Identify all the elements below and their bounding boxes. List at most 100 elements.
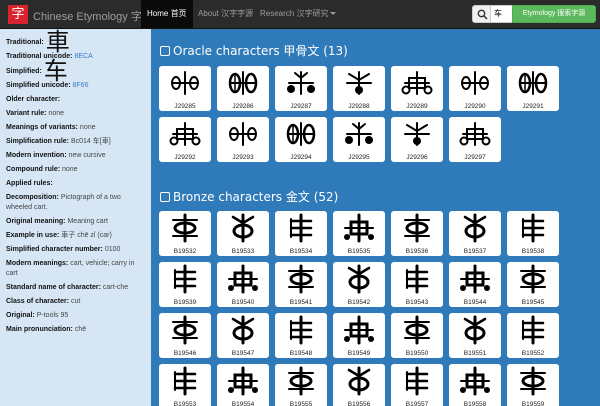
character-glyph-image — [344, 315, 374, 345]
nav-home[interactable]: Home 首页 — [141, 0, 193, 28]
bronze-character-tile[interactable]: B19547 — [217, 313, 269, 358]
sidebar-row: Modern invention: new cursive — [6, 151, 145, 161]
bronze-character-code: B19543 — [405, 299, 429, 306]
bronze-character-tile[interactable]: B19546 — [159, 313, 211, 358]
bronze-character-tile[interactable]: B19556 — [333, 364, 385, 406]
sidebar-row-label: Meanings of variants: — [6, 123, 78, 131]
bronze-character-tile[interactable]: B19545 — [507, 262, 559, 307]
sidebar-row-label: Simplification rule: — [6, 137, 70, 145]
brand-title[interactable]: Chinese Etymology 字源 — [33, 8, 153, 24]
character-glyph-image — [347, 264, 371, 294]
sidebar-row: Variant rule: none — [6, 109, 145, 119]
sidebar-row: Older character: — [6, 95, 145, 105]
bronze-character-tile[interactable]: B19542 — [333, 262, 385, 307]
bronze-character-tile[interactable]: B19543 — [391, 262, 443, 307]
oracle-character-tile[interactable]: J29294 — [275, 117, 327, 162]
bronze-character-code: B19541 — [289, 299, 313, 306]
bronze-character-tile[interactable]: B19532 — [159, 211, 211, 256]
character-glyph-image — [289, 315, 313, 345]
character-glyph-image — [228, 264, 258, 294]
image-icon — [160, 192, 170, 202]
sidebar-row-value[interactable]: 8F66 — [73, 82, 89, 89]
bronze-character-tile[interactable]: B19555 — [275, 364, 327, 406]
traditional-unicode-row: Traditional unicode: 8ECA — [6, 52, 145, 62]
oracle-character-tile[interactable]: J29292 — [159, 117, 211, 162]
bronze-character-tile[interactable]: B19559 — [507, 364, 559, 406]
sidebar-row-label: Main pronunciation: — [6, 325, 73, 333]
bronze-character-tile[interactable]: B19553 — [159, 364, 211, 406]
oracle-section-title: Oracle characters 甲骨文 (13) — [160, 42, 348, 59]
bronze-character-tile[interactable]: B19533 — [217, 211, 269, 256]
bronze-character-tile[interactable]: B19534 — [275, 211, 327, 256]
bronze-character-tile[interactable]: B19554 — [217, 364, 269, 406]
oracle-character-tile[interactable]: J29291 — [507, 66, 559, 111]
bronze-character-tile[interactable]: B19537 — [449, 211, 501, 256]
sidebar-row: Original meaning: Meaning cart — [6, 217, 145, 227]
bronze-character-tile[interactable]: B19544 — [449, 262, 501, 307]
sidebar-row: Class of character: cut — [6, 297, 145, 307]
bronze-character-tile[interactable]: B19552 — [507, 313, 559, 358]
sidebar-row-value: cart-che — [102, 283, 129, 291]
bronze-character-code: B19552 — [521, 350, 545, 357]
oracle-character-code: J29296 — [406, 154, 428, 161]
nav-about[interactable]: About 汉字字源 — [192, 0, 259, 28]
bronze-character-tile[interactable]: B19550 — [391, 313, 443, 358]
oracle-character-tile[interactable]: J29293 — [217, 117, 269, 162]
bronze-character-tile[interactable]: B19541 — [275, 262, 327, 307]
sidebar-row-value: none — [62, 165, 78, 173]
bronze-character-tile[interactable]: B19557 — [391, 364, 443, 406]
bronze-character-code: B19554 — [231, 401, 255, 406]
oracle-character-code: J29289 — [406, 103, 428, 110]
character-glyph-image — [288, 366, 314, 396]
logo[interactable]: 字 — [8, 5, 28, 24]
etymology-search-button[interactable]: Etymology 搜索字源 — [512, 5, 596, 23]
character-glyph-image — [231, 315, 255, 345]
bronze-character-code: B19545 — [521, 299, 545, 306]
bronze-character-code: B19538 — [521, 248, 545, 255]
sidebar-row: Simplified unicode: 8F66 — [6, 81, 145, 91]
sidebar-row: Standard name of character: cart-che — [6, 283, 145, 293]
sidebar-row-label: Decomposition: — [6, 193, 59, 201]
bronze-character-tile[interactable]: B19535 — [333, 211, 385, 256]
oracle-character-tile[interactable]: J29295 — [333, 117, 385, 162]
oracle-character-tile[interactable]: J29290 — [449, 66, 501, 111]
bronze-character-code: B19553 — [173, 401, 197, 406]
character-glyph-image — [173, 366, 197, 396]
sidebar-row: Example in use: 車子 chē zǐ (car) — [6, 231, 145, 241]
bronze-character-tile[interactable]: B19558 — [449, 364, 501, 406]
character-glyph-image — [346, 71, 372, 95]
bronze-character-tile[interactable]: B19551 — [449, 313, 501, 358]
character-glyph-image — [172, 213, 198, 243]
character-glyph-image — [404, 122, 430, 146]
oracle-character-tile[interactable]: J29285 — [159, 66, 211, 111]
bronze-title: Bronze characters 金文 (52) — [173, 190, 339, 204]
bronze-character-code: B19550 — [405, 350, 429, 357]
oracle-character-tile[interactable]: J29297 — [449, 117, 501, 162]
bronze-character-tile[interactable]: B19548 — [275, 313, 327, 358]
nav-research[interactable]: Research 汉字研究 — [254, 0, 342, 28]
oracle-character-tile[interactable]: J29288 — [333, 66, 385, 111]
character-glyph-image — [463, 315, 487, 345]
traditional-row: Traditional: 車 — [6, 30, 145, 54]
character-glyph-image — [404, 315, 430, 345]
character-glyph-image — [172, 315, 198, 345]
character-glyph-image — [231, 213, 255, 243]
character-glyph-image — [405, 264, 429, 294]
bronze-character-code: B19539 — [173, 299, 197, 306]
oracle-character-tile[interactable]: J29286 — [217, 66, 269, 111]
bronze-character-tile[interactable]: B19549 — [333, 313, 385, 358]
bronze-character-tile[interactable]: B19536 — [391, 211, 443, 256]
oracle-character-tile[interactable]: J29287 — [275, 66, 327, 111]
bronze-character-tile[interactable]: B19538 — [507, 211, 559, 256]
search-button[interactable] — [472, 5, 491, 23]
bronze-character-tile[interactable]: B19539 — [159, 262, 211, 307]
search-input[interactable]: 车 — [490, 5, 513, 23]
character-glyph-image — [229, 122, 257, 146]
traditional-unicode-link[interactable]: 8ECA — [74, 53, 92, 60]
oracle-character-tile[interactable]: J29289 — [391, 66, 443, 111]
bronze-character-code: B19547 — [231, 350, 255, 357]
bronze-character-tile[interactable]: B19540 — [217, 262, 269, 307]
character-glyph-image — [169, 122, 201, 146]
oracle-character-tile[interactable]: J29296 — [391, 117, 443, 162]
character-glyph-image — [347, 366, 371, 396]
